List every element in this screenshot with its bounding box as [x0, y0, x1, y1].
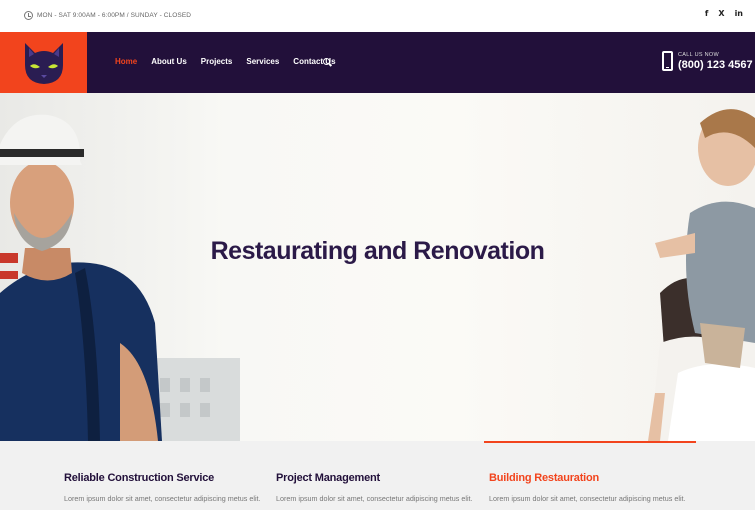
feature-card-active[interactable]: Building Restauration Lorem ipsum dolor … — [489, 472, 689, 503]
linkedin-icon[interactable]: in — [735, 9, 743, 18]
x-twitter-icon[interactable]: X — [718, 9, 724, 18]
feature-card[interactable]: Project Management Lorem ipsum dolor sit… — [276, 472, 476, 503]
feature-card[interactable]: Reliable Construction Service Lorem ipsu… — [64, 472, 264, 503]
feature-text: Lorem ipsum dolor sit amet, consectetur … — [489, 494, 686, 503]
nav-home[interactable]: Home — [115, 57, 137, 66]
call-label: CALL US NOW — [678, 51, 719, 58]
feature-text: Lorem ipsum dolor sit amet, consectetur … — [276, 494, 473, 503]
feature-title: Reliable Construction Service — [64, 472, 215, 484]
nav-about-us[interactable]: About Us — [151, 57, 187, 66]
clock-icon — [24, 11, 33, 20]
hero-title: Restaurating and Renovation — [210, 237, 545, 265]
opening-hours: MON - SAT 9:00AM - 6:00PM / SUNDAY - CLO… — [24, 11, 191, 20]
feature-title: Project Management — [276, 472, 380, 484]
main-header: Home About Us Projects Services Contact … — [0, 32, 755, 93]
main-nav: Home About Us Projects Services Contact … — [115, 57, 350, 66]
call-us-block[interactable]: CALL US NOW (800) 123 4567 — [662, 51, 753, 71]
facebook-icon[interactable]: f — [705, 9, 708, 18]
call-number[interactable]: (800) 123 4567 — [678, 59, 753, 71]
cat-logo-icon — [24, 42, 63, 84]
social-links: f X in — [705, 9, 743, 18]
feature-text: Lorem ipsum dolor sit amet, consectetur … — [64, 494, 261, 503]
top-bar: MON - SAT 9:00AM - 6:00PM / SUNDAY - CLO… — [0, 0, 755, 32]
nav-services[interactable]: Services — [246, 57, 279, 66]
site-logo[interactable] — [0, 32, 87, 93]
hero-banner: Restaurating and Renovation — [0, 93, 755, 441]
search-icon[interactable] — [323, 58, 330, 65]
hero-image — [0, 109, 755, 441]
active-feature-indicator — [484, 441, 696, 443]
phone-icon — [662, 51, 673, 71]
nav-projects[interactable]: Projects — [201, 57, 233, 66]
feature-title: Building Restauration — [489, 472, 600, 484]
opening-hours-text: MON - SAT 9:00AM - 6:00PM / SUNDAY - CLO… — [37, 12, 192, 19]
